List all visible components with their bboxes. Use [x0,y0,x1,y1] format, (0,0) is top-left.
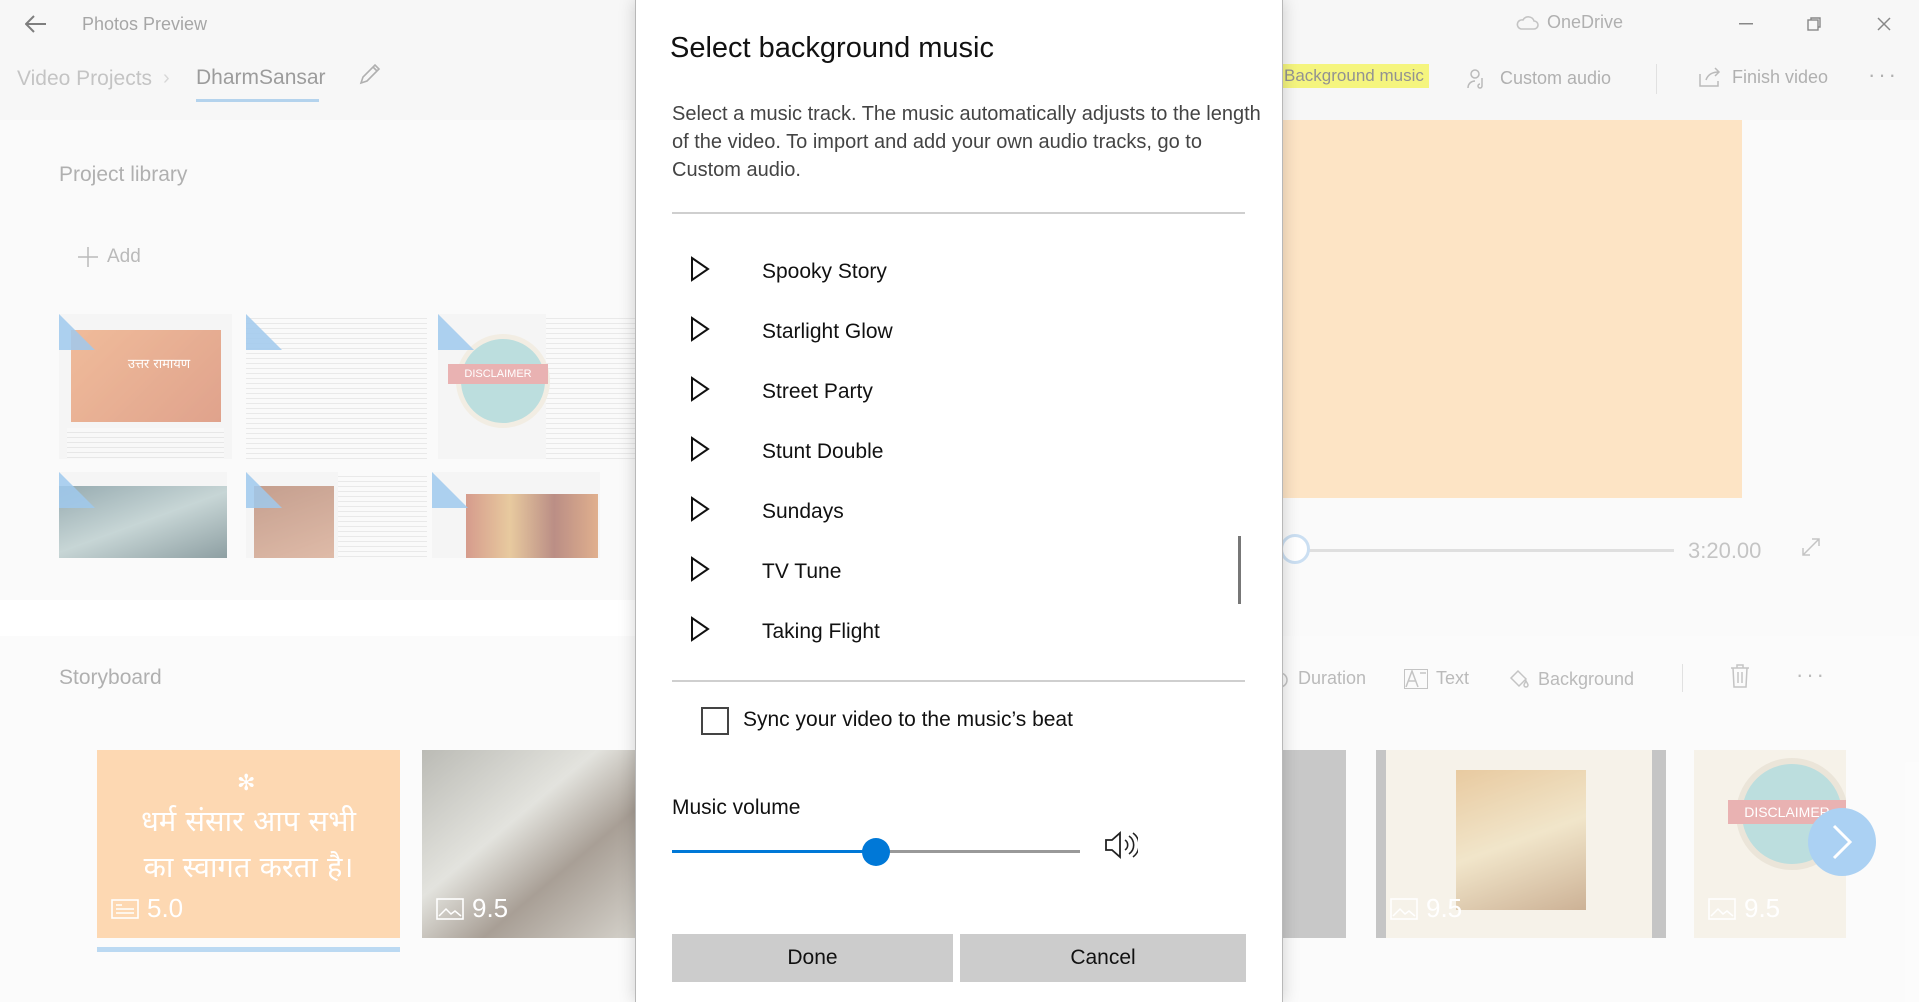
done-button[interactable]: Done [672,934,953,982]
track-name: Spooky Story [762,260,887,283]
track-list-scrollbar[interactable] [1238,536,1241,604]
play-icon[interactable] [690,495,718,529]
track-item[interactable]: Starlight Glow [690,308,1110,356]
track-name: Stunt Double [762,440,884,463]
track-name: Starlight Glow [762,320,893,343]
volume-button[interactable] [1104,830,1140,867]
track-item[interactable]: TV Tune [690,548,1110,596]
play-icon[interactable] [690,555,718,589]
volume-slider-thumb[interactable] [862,838,890,866]
dialog-description: Select a music track. The music automati… [672,103,1261,181]
divider-bottom [672,680,1245,682]
play-icon[interactable] [690,375,718,409]
sync-beat-checkbox[interactable] [701,707,729,735]
play-icon[interactable] [690,315,718,349]
track-name: Sundays [762,500,844,523]
track-name: Taking Flight [762,620,880,643]
dialog-title: Select background music [670,32,994,64]
play-icon[interactable] [690,615,718,649]
play-icon[interactable] [690,435,718,469]
track-item[interactable]: Spooky Story [690,248,1110,296]
divider-top [672,212,1245,214]
sync-beat-label: Sync your video to the music’s beat [743,708,1073,731]
cancel-button[interactable]: Cancel [960,934,1246,982]
volume-slider-track[interactable] [876,850,1080,853]
play-icon[interactable] [690,255,718,289]
track-item[interactable]: Taking Flight [690,608,1110,656]
speaker-icon [1105,831,1140,859]
track-item[interactable]: Sundays [690,488,1110,536]
track-name: TV Tune [762,560,842,583]
volume-slider-fill[interactable] [672,850,876,853]
track-item[interactable]: Street Party [690,368,1110,416]
track-item[interactable]: Stunt Double [690,428,1110,476]
music-volume-label: Music volume [672,796,801,819]
track-name: Street Party [762,380,873,403]
